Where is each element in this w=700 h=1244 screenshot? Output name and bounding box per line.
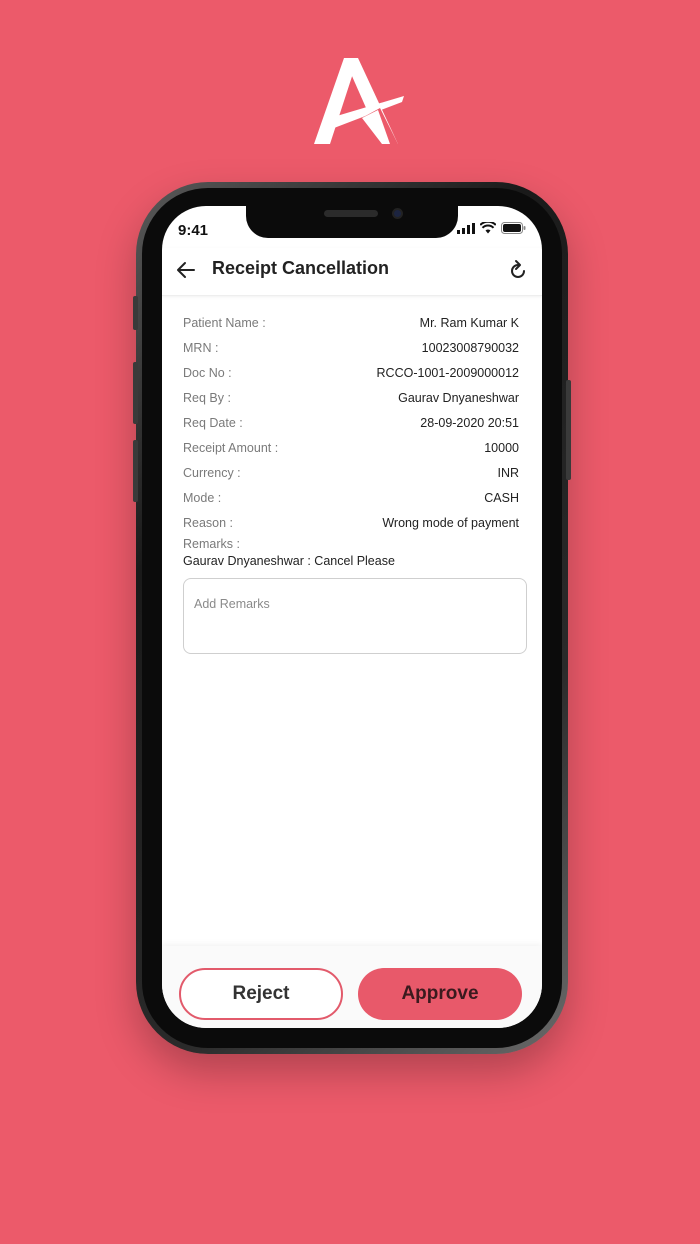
phone-volume-up [133, 362, 138, 424]
phone-volume-down [133, 440, 138, 502]
add-remarks-input[interactable] [183, 578, 527, 654]
detail-row-mrn: MRN : 10023008790032 [183, 335, 519, 360]
phone-screen: 9:41 Receipt Cancellation Patient Name:… [162, 206, 542, 1028]
detail-label: Reason : [183, 515, 234, 530]
detail-label: Doc No : [183, 365, 232, 380]
detail-value: INR [497, 465, 519, 480]
detail-row-patient-name: Patient Name : Mr. Ram Kumar K [183, 310, 519, 335]
detail-row-doc-no: Doc No : RCCO-1001-2009000012 [183, 360, 519, 385]
front-camera [392, 208, 403, 219]
detail-row-req-by: Req By : Gaurav Dnyaneshwar [183, 385, 519, 410]
detail-label: Receipt Amount : [183, 440, 279, 455]
status-time: 9:41 [178, 222, 209, 239]
speaker-grille [324, 210, 378, 217]
detail-value: Mr. Ram Kumar K [419, 315, 519, 330]
detail-value: 10023008790032 [421, 340, 519, 355]
remarks-label: Remarks : [183, 537, 240, 551]
refresh-icon[interactable] [506, 258, 530, 282]
detail-label: Mode : [183, 490, 222, 505]
page-title: Receipt Cancellation [212, 258, 390, 278]
action-bar: Reject Approve [162, 946, 542, 1028]
detail-value: Wrong mode of payment [382, 515, 519, 530]
wifi-icon [480, 222, 496, 234]
detail-value: 28-09-2020 20:51 [420, 415, 519, 430]
detail-label: Req Date : [183, 415, 243, 430]
remarks-history: Gaurav Dnyaneshwar : Cancel Please [183, 554, 395, 568]
app-bar: Receipt Cancellation [162, 248, 542, 296]
detail-value: CASH [484, 490, 519, 505]
receipt-details: Patient Name : Mr. Ram Kumar K MRN : 100… [183, 310, 519, 569]
phone-silent-switch [133, 296, 138, 330]
remarks-block: Remarks : Gaurav Dnyaneshwar : Cancel Pl… [183, 537, 519, 568]
back-arrow-icon[interactable] [174, 258, 198, 282]
phone-power-button [566, 380, 571, 480]
brand-a-logo-icon [314, 58, 404, 144]
detail-row-req-date: Req Date : 28-09-2020 20:51 [183, 410, 519, 435]
status-icons [457, 222, 526, 234]
detail-value: Gaurav Dnyaneshwar [398, 390, 519, 405]
detail-label: Patient Name : [183, 315, 266, 330]
phone-notch [246, 206, 458, 238]
detail-label: Currency : [183, 465, 241, 480]
approve-button[interactable]: Approve [358, 968, 522, 1020]
detail-label: Req By : [183, 390, 231, 405]
signal-icon [457, 222, 475, 234]
detail-value: RCCO-1001-2009000012 [376, 365, 519, 380]
detail-row-currency: Currency : INR [183, 460, 519, 485]
detail-row-mode: Mode : CASH [183, 485, 519, 510]
detail-row-receipt-amount: Receipt Amount : 10000 [183, 435, 519, 460]
detail-label: MRN : [183, 340, 219, 355]
detail-row-reason: Reason : Wrong mode of payment [183, 510, 519, 535]
reject-button[interactable]: Reject [179, 968, 343, 1020]
detail-value: 10000 [484, 440, 519, 455]
battery-icon [501, 222, 526, 234]
